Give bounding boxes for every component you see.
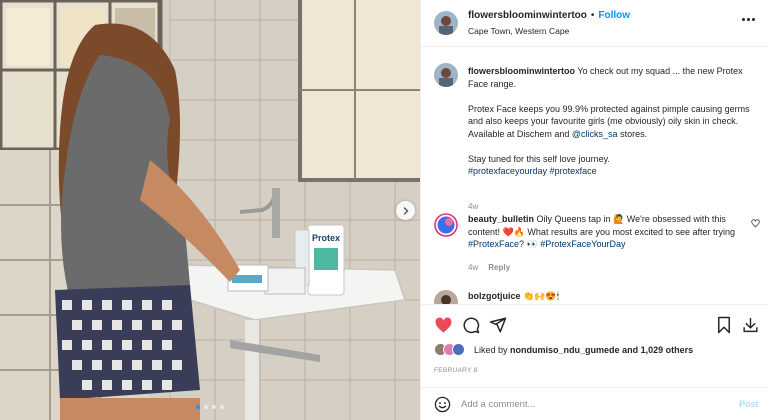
follow-button[interactable]: Follow (598, 10, 630, 21)
header-location[interactable]: Cape Town, Western Cape (468, 26, 569, 36)
header-username[interactable]: flowersbloominwintertoo (468, 10, 587, 21)
reply-button[interactable]: Reply (488, 263, 510, 272)
avatar[interactable] (434, 290, 458, 304)
hashtag-link[interactable]: #ProtexFaceYourDay (540, 239, 625, 249)
carousel-dot[interactable] (196, 405, 200, 409)
comment-icon[interactable] (462, 316, 480, 334)
liker-username[interactable]: nondumiso_ndu_gumede (510, 345, 620, 355)
heart-icon[interactable] (434, 316, 453, 335)
post-panel: flowersbloominwintertoo • Follow Cape Town… (420, 0, 768, 420)
post-photo[interactable]: Protex (0, 0, 420, 420)
caption-text: flowersbloominwintertoo Yo check out my … (468, 65, 760, 178)
post-comment-button[interactable]: Post (739, 399, 759, 409)
comment-body: 👏🙌😍🕯 (523, 291, 560, 301)
mention-link[interactable]: @clicks_sa (572, 129, 618, 139)
comments-section: flowersbloominwintertoo Yo check out my … (421, 48, 768, 304)
caption-time[interactable]: 4w (468, 202, 478, 211)
carousel-dot[interactable] (212, 405, 216, 409)
comment-meta: 4w Reply (468, 263, 510, 272)
separator-bullet: • (590, 10, 595, 21)
comment-username[interactable]: beauty_bulletin (468, 214, 534, 224)
carousel-dot[interactable] (220, 405, 224, 409)
avatar[interactable] (434, 63, 458, 87)
likes-prefix: Liked by (474, 345, 508, 355)
hashtag-link[interactable]: #ProtexFace (468, 239, 519, 249)
hashtag-link[interactable]: #protexfaceyourday (468, 166, 547, 176)
avatar[interactable] (434, 213, 458, 237)
caption-username[interactable]: flowersbloominwintertoo (468, 66, 575, 76)
comment-body-mid: ? 👀 (519, 239, 541, 249)
likes-count[interactable]: and 1,029 others (622, 345, 693, 355)
comment-time[interactable]: 4w (468, 263, 478, 272)
avatar[interactable] (434, 11, 458, 35)
download-icon[interactable] (742, 316, 759, 334)
carousel-dots (0, 405, 420, 409)
emoji-icon[interactable] (434, 396, 451, 413)
chevron-right-icon (403, 206, 408, 215)
comment-like-heart-icon[interactable] (751, 219, 760, 228)
post-date[interactable]: FEBRUARY 8 (434, 367, 478, 374)
avatar (452, 343, 465, 356)
post-header: flowersbloominwintertoo • Follow Cape Town… (421, 0, 768, 47)
add-comment-bar: Post (421, 387, 768, 420)
comment-username[interactable]: bolzgotjuice (468, 291, 521, 301)
save-icon[interactable] (716, 316, 732, 334)
caption-paragraph-end: stores. (617, 128, 648, 139)
hashtag-link[interactable]: #protexface (550, 166, 597, 176)
liker-avatars (434, 343, 468, 357)
action-bar (421, 304, 768, 344)
header-user-line: flowersbloominwintertoo • Follow (468, 10, 630, 21)
product-label: Protex (312, 233, 340, 243)
comment-text: bolzgotjuice 👏🙌😍🕯 (468, 290, 760, 303)
carousel-next-button[interactable] (396, 201, 415, 220)
comment-input[interactable] (461, 396, 721, 412)
comment-text: beauty_bulletin Oily Queens tap in 🙋 We'… (468, 213, 760, 251)
likes-row: Liked by nondumiso_ndu_gumede and 1,029 … (434, 343, 764, 357)
photo-scene: Protex (0, 0, 420, 420)
share-icon[interactable] (489, 316, 507, 334)
caption-paragraph: Stay tuned for this self love journey. (468, 153, 610, 164)
carousel-dot[interactable] (204, 405, 208, 409)
more-options-icon[interactable] (742, 18, 755, 21)
likes-text: Liked by nondumiso_ndu_gumede and 1,029 … (474, 345, 693, 355)
